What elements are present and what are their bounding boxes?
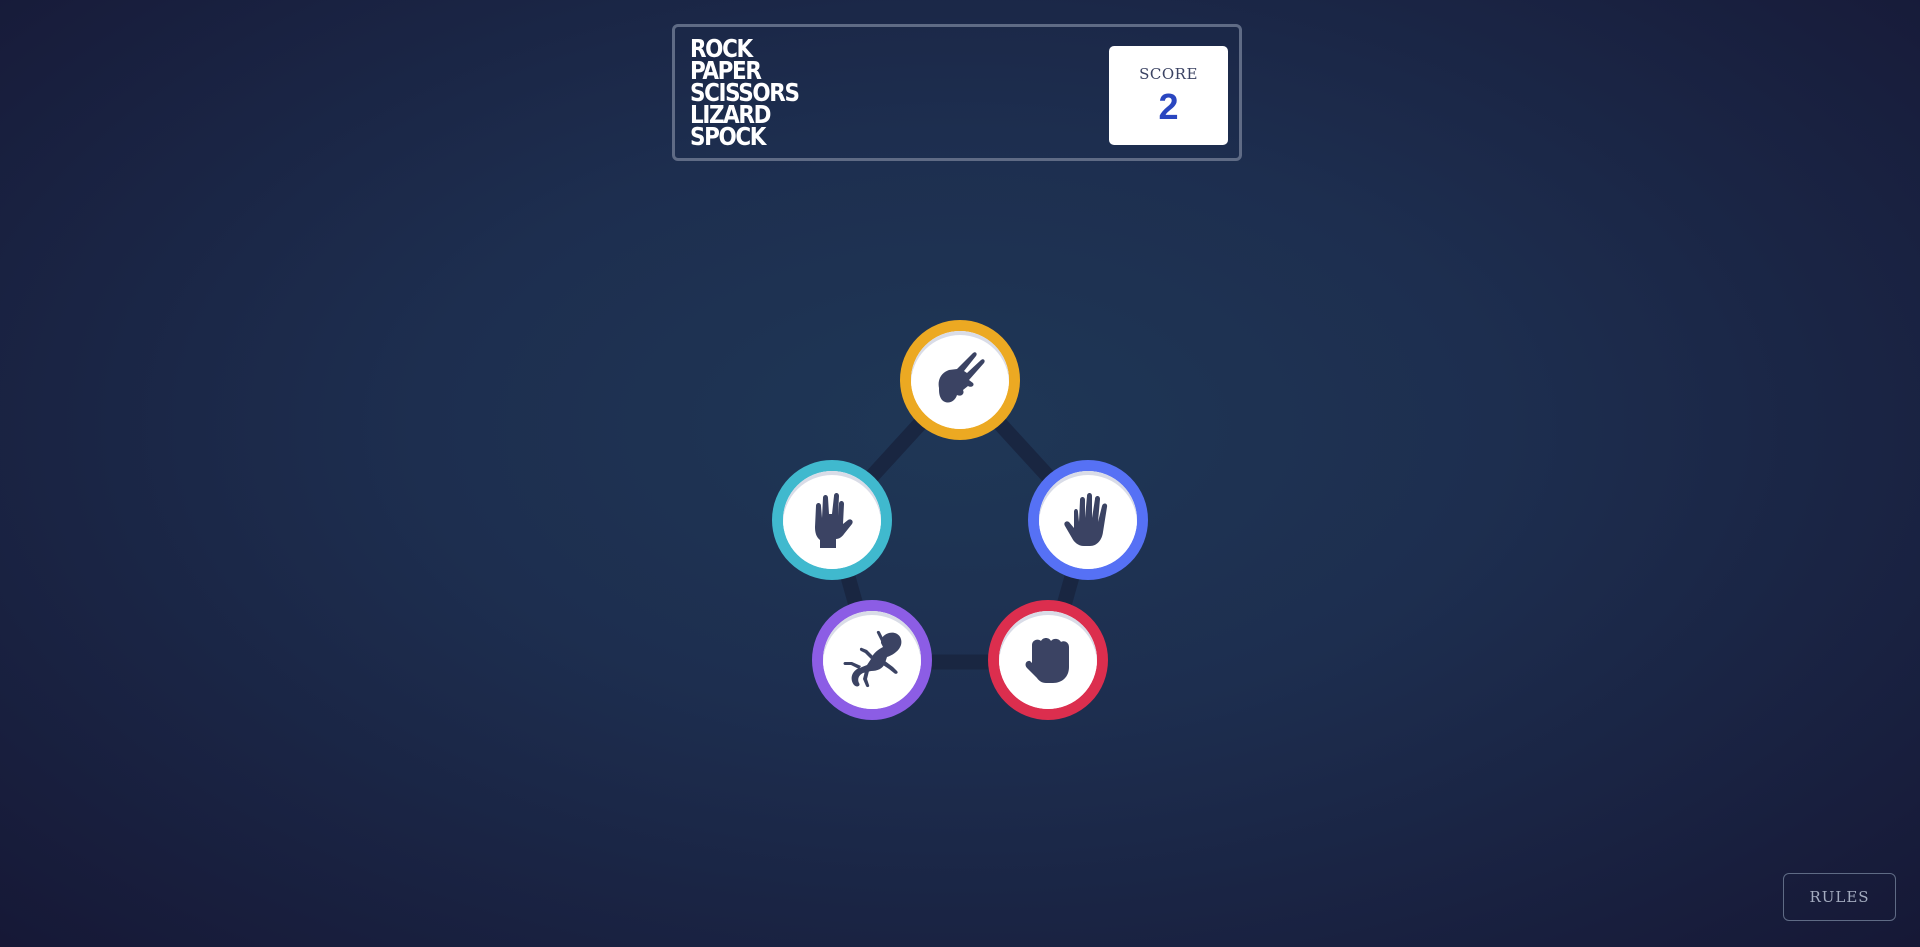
scissors-icon: [938, 352, 985, 403]
scissors-button[interactable]: [900, 320, 1020, 440]
spock-icon: [815, 493, 853, 548]
rock-icon: [1025, 638, 1069, 683]
paper-icon: [1064, 493, 1108, 546]
scissors-chip-face: [911, 331, 1009, 429]
spock-chip-face: [783, 471, 881, 569]
rules-button[interactable]: RULES: [1783, 873, 1896, 921]
paper-chip-face: [1039, 471, 1137, 569]
logo-line-spock: SPOCK: [690, 122, 766, 151]
paper-button[interactable]: [1028, 460, 1148, 580]
rock-button[interactable]: [988, 600, 1108, 720]
lizard-icon: [843, 630, 902, 688]
lizard-button[interactable]: [812, 600, 932, 720]
score-box: SCORE 2: [1109, 46, 1228, 145]
spock-button[interactable]: [772, 460, 892, 580]
score-label: SCORE: [1139, 65, 1198, 83]
score-value: 2: [1158, 86, 1179, 127]
lizard-chip-face: [823, 611, 921, 709]
rock-chip-face: [999, 611, 1097, 709]
scoreboard-header: ROCK PAPER SCISSORS LIZARD SPOCK SCORE 2: [672, 24, 1242, 161]
game-logo: ROCK PAPER SCISSORS LIZARD SPOCK: [690, 36, 816, 151]
